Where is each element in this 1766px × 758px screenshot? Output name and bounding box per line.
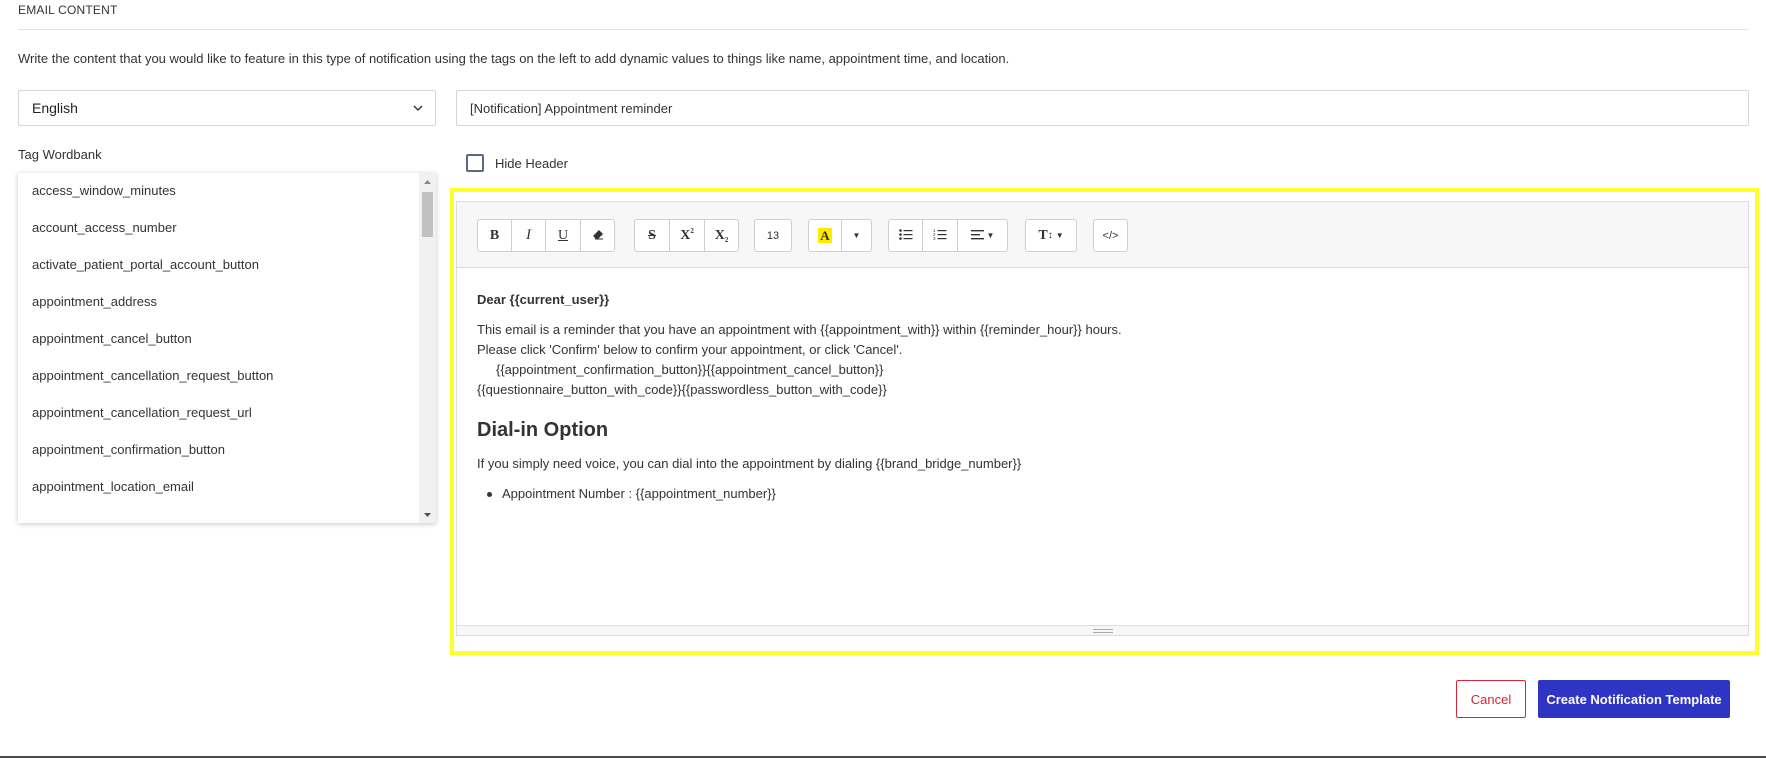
font-size-button[interactable]: 13 bbox=[754, 219, 792, 252]
wordbank-item-appointment-location-email[interactable]: appointment_location_email bbox=[18, 469, 419, 506]
scroll-down-arrow-icon[interactable] bbox=[419, 506, 436, 523]
highlight-color-button[interactable]: A bbox=[808, 219, 842, 252]
language-select-value: English bbox=[32, 100, 78, 116]
create-notification-template-button[interactable]: Create Notification Template bbox=[1538, 680, 1730, 718]
align-left-icon bbox=[970, 228, 984, 243]
hide-header-label: Hide Header bbox=[495, 155, 568, 171]
wordbank-item-account-access-number[interactable]: account_access_number bbox=[18, 210, 419, 247]
wordbank-scrollbar[interactable] bbox=[419, 173, 436, 523]
superscript-label: X bbox=[680, 227, 691, 243]
editor-toolbar: B I U S X2 X2 13 A ▼ 123 ▼ T ↕ ▼ </> bbox=[457, 202, 1748, 268]
language-select[interactable]: English bbox=[18, 90, 436, 126]
rich-text-editor: B I U S X2 X2 13 A ▼ 123 ▼ T ↕ ▼ </> Dea… bbox=[456, 201, 1749, 636]
appointment-number-line: Appointment Number : {{appointment_numbe… bbox=[502, 486, 776, 501]
editor-content[interactable]: Dear {{current_user}} This email is a re… bbox=[477, 290, 1728, 504]
superscript-button[interactable]: X2 bbox=[669, 219, 705, 252]
questionnaire-tags-line: {{questionnaire_button_with_code}}{{pass… bbox=[477, 382, 887, 397]
bold-label: B bbox=[489, 227, 500, 243]
section-title: EMAIL CONTENT bbox=[18, 3, 118, 17]
list-item: Appointment Number : {{appointment_numbe… bbox=[477, 484, 1728, 504]
wordbank-item-appointment-confirmation-button[interactable]: appointment_confirmation_button bbox=[18, 432, 419, 469]
caret-down-icon: ▼ bbox=[986, 231, 995, 240]
section-description: Write the content that you would like to… bbox=[18, 51, 1010, 66]
wordbank-item-access-window-minutes[interactable]: access_window_minutes bbox=[18, 173, 419, 210]
svg-text:3: 3 bbox=[933, 236, 936, 240]
caret-down-icon: ▼ bbox=[852, 231, 861, 240]
strikethrough-label: S bbox=[648, 227, 656, 243]
unordered-list-button[interactable] bbox=[888, 219, 923, 252]
greeting-line: Dear {{current_user}} bbox=[477, 292, 610, 307]
wordbank-label: Tag Wordbank bbox=[18, 147, 102, 162]
subscript-label: X bbox=[714, 227, 725, 243]
subject-input[interactable] bbox=[456, 90, 1749, 126]
scrollbar-thumb[interactable] bbox=[422, 192, 433, 237]
chevron-down-icon bbox=[412, 102, 424, 114]
italic-button[interactable]: I bbox=[511, 219, 546, 252]
ordered-list-button[interactable]: 123 bbox=[922, 219, 958, 252]
editor-resize-handle[interactable] bbox=[457, 625, 1748, 635]
section-divider bbox=[18, 29, 1748, 30]
text-style-button[interactable]: T ↕ ▼ bbox=[1025, 219, 1077, 252]
wordbank-item-appointment-cancellation-request-button[interactable]: appointment_cancellation_request_button bbox=[18, 358, 419, 395]
wordbank-item-appointment-cancel-button[interactable]: appointment_cancel_button bbox=[18, 321, 419, 358]
underline-label: U bbox=[557, 227, 569, 243]
underline-button[interactable]: U bbox=[545, 219, 581, 252]
text-style-label: T bbox=[1038, 227, 1048, 243]
hide-header-toggle[interactable]: Hide Header bbox=[466, 154, 568, 172]
resize-grip-icon bbox=[1092, 628, 1113, 633]
highlight-color-icon: A bbox=[818, 228, 832, 243]
code-view-button[interactable]: </> bbox=[1093, 219, 1128, 252]
bullet-list-icon bbox=[898, 228, 913, 243]
scroll-up-arrow-icon[interactable] bbox=[419, 173, 436, 190]
eraser-icon bbox=[592, 228, 604, 243]
dial-in-heading: Dial-in Option bbox=[477, 419, 609, 441]
hide-header-checkbox[interactable] bbox=[466, 154, 484, 172]
tag-wordbank: access_window_minutes account_access_num… bbox=[18, 173, 436, 523]
bold-button[interactable]: B bbox=[477, 219, 512, 252]
clear-formatting-button[interactable] bbox=[580, 219, 615, 252]
bullet-dot bbox=[487, 491, 492, 497]
wordbank-item-appointment-cancellation-request-url[interactable]: appointment_cancellation_request_url bbox=[18, 395, 419, 432]
wordbank-item-appointment-address[interactable]: appointment_address bbox=[18, 284, 419, 321]
wordbank-item-activate-patient-portal-account-button[interactable]: activate_patient_portal_account_button bbox=[18, 247, 419, 284]
dial-in-line: If you simply need voice, you can dial i… bbox=[477, 456, 1022, 471]
subscript-button[interactable]: X2 bbox=[704, 219, 739, 252]
caret-down-icon: ▼ bbox=[1055, 231, 1064, 240]
subscript-mark: 2 bbox=[724, 235, 729, 244]
confirm-instruction-line: Please click 'Confirm' below to confirm … bbox=[477, 342, 903, 357]
numbered-list-icon: 123 bbox=[933, 228, 947, 243]
superscript-mark: 2 bbox=[690, 226, 694, 235]
font-size-value: 13 bbox=[766, 229, 780, 242]
italic-label: I bbox=[526, 227, 531, 243]
cancel-button[interactable]: Cancel bbox=[1456, 680, 1526, 718]
action-buttons-tags-line: {{appointment_confirmation_button}}{{app… bbox=[496, 362, 884, 377]
code-view-label: </> bbox=[1102, 229, 1119, 242]
wordbank-list: access_window_minutes account_access_num… bbox=[18, 173, 419, 523]
strikethrough-button[interactable]: S bbox=[634, 219, 670, 252]
color-dropdown-button[interactable]: ▼ bbox=[841, 219, 872, 252]
reminder-line: This email is a reminder that you have a… bbox=[477, 322, 1122, 337]
paragraph-align-button[interactable]: ▼ bbox=[957, 219, 1008, 252]
line-height-icon: ↕ bbox=[1047, 230, 1053, 241]
